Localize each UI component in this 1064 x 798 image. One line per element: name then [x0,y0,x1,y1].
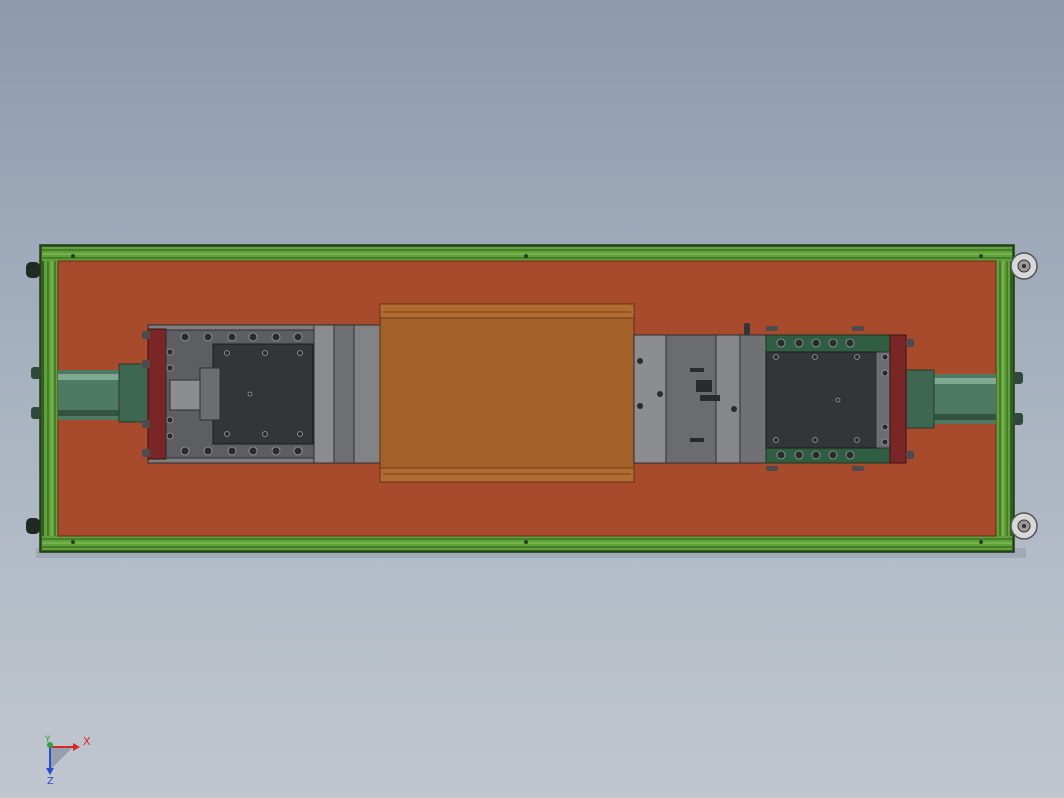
left-mold-assembly[interactable] [142,324,381,464]
triad-x-label: X [83,735,91,748]
triad-y-label: Y [44,735,51,745]
right-center-plates[interactable] [633,323,767,464]
center-block[interactable] [379,303,635,483]
coordinate-triad: X Y Z [44,735,91,787]
left-cylinder[interactable] [58,363,150,423]
triad-z-label: Z [47,776,54,787]
cad-viewport[interactable]: X Y Z [0,0,1064,798]
right-cylinder[interactable] [903,369,996,429]
left-knobs [26,262,41,534]
frame-left-rail [44,261,58,536]
right-mold-assembly[interactable] [765,326,914,471]
right-casters [1010,252,1038,540]
